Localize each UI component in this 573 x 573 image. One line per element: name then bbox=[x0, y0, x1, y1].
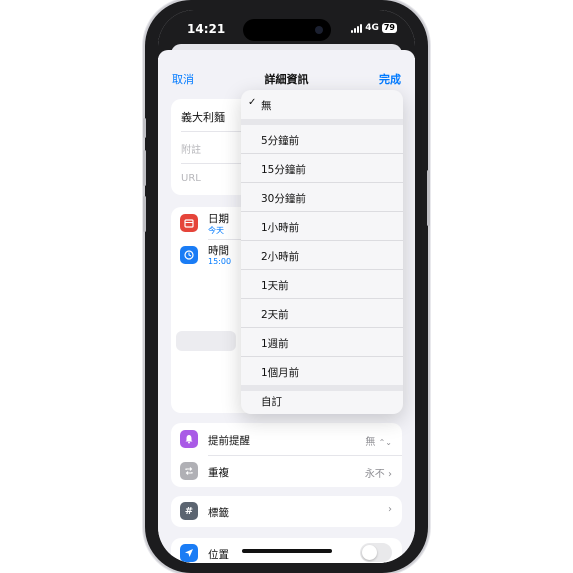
chevron-updown-icon: ⌃⌄ bbox=[378, 438, 392, 447]
tags-card[interactable]: # 標籤 › bbox=[171, 496, 402, 527]
status-time: 14:21 bbox=[187, 22, 226, 36]
early-reminder-value: 無 bbox=[365, 437, 376, 448]
status-bar: 14:21 4G 79 bbox=[158, 10, 415, 46]
menu-item-label: 2小時前 bbox=[261, 251, 300, 263]
date-label: 日期 bbox=[208, 213, 229, 225]
repeat-icon bbox=[180, 462, 198, 480]
time-picker-highlight bbox=[176, 331, 236, 351]
network-type: 4G bbox=[365, 23, 379, 33]
page-title: 詳細資訊 bbox=[264, 73, 309, 86]
early-reminder-label: 提前提醒 bbox=[208, 435, 250, 447]
menu-item-label: 1天前 bbox=[261, 280, 289, 292]
home-indicator bbox=[242, 549, 332, 553]
menu-item-label: 2天前 bbox=[261, 309, 289, 321]
menu-item[interactable]: 30分鐘前 bbox=[241, 183, 403, 211]
location-label: 位置 bbox=[208, 549, 229, 561]
notes-field[interactable]: 附註 bbox=[181, 141, 201, 156]
chevron-right-icon: › bbox=[388, 504, 392, 515]
power-button bbox=[427, 170, 430, 226]
menu-item[interactable]: 15分鐘前 bbox=[241, 154, 403, 182]
camera-icon bbox=[315, 26, 323, 34]
url-field[interactable]: URL bbox=[181, 173, 201, 184]
bell-icon bbox=[180, 430, 198, 448]
time-value[interactable]: 15:00 bbox=[208, 257, 231, 266]
menu-item-none[interactable]: ✓ 無 bbox=[241, 90, 403, 119]
menu-item[interactable]: 2天前 bbox=[241, 299, 403, 327]
repeat-select[interactable]: 永不 › bbox=[365, 465, 392, 480]
repeat-label: 重複 bbox=[208, 467, 229, 479]
menu-item[interactable]: 1天前 bbox=[241, 270, 403, 298]
done-button[interactable]: 完成 bbox=[379, 71, 401, 87]
clock-icon bbox=[180, 246, 198, 264]
menu-item-label: 1小時前 bbox=[261, 222, 300, 234]
menu-item-label: 無 bbox=[261, 100, 272, 112]
date-value[interactable]: 今天 bbox=[208, 225, 224, 236]
menu-item[interactable]: 2小時前 bbox=[241, 241, 403, 269]
early-reminder-select[interactable]: 無 ⌃⌄ bbox=[365, 433, 392, 448]
hash-icon: # bbox=[180, 502, 198, 520]
menu-item-label: 30分鐘前 bbox=[261, 193, 306, 205]
checkmark-icon: ✓ bbox=[248, 97, 257, 108]
menu-item-label: 1個月前 bbox=[261, 367, 300, 379]
menu-item[interactable]: 5分鐘前 bbox=[241, 125, 403, 153]
mute-switch bbox=[143, 118, 146, 138]
divider bbox=[208, 455, 402, 456]
reminder-options-card: 提前提醒 無 ⌃⌄ 重複 永不 › bbox=[171, 423, 402, 487]
menu-item-label: 自訂 bbox=[261, 396, 282, 408]
menu-item-label: 15分鐘前 bbox=[261, 164, 306, 176]
repeat-value: 永不 bbox=[364, 469, 385, 480]
status-indicators: 4G 79 bbox=[351, 23, 397, 33]
volume-down-button bbox=[143, 196, 146, 232]
menu-item[interactable]: 1小時前 bbox=[241, 212, 403, 240]
menu-item[interactable]: 1個月前 bbox=[241, 357, 403, 385]
dynamic-island bbox=[243, 19, 331, 41]
time-label: 時間 bbox=[208, 245, 229, 257]
signal-icon bbox=[351, 23, 363, 33]
location-toggle[interactable] bbox=[360, 543, 392, 562]
menu-item-label: 1週前 bbox=[261, 338, 289, 350]
volume-up-button bbox=[143, 150, 146, 186]
menu-item-label: 5分鐘前 bbox=[261, 135, 300, 147]
early-reminder-menu: ✓ 無 5分鐘前 15分鐘前 30分鐘前 1小時前 2小時前 1天前 2天前 1… bbox=[241, 90, 403, 414]
title-field[interactable]: 義大利麵 bbox=[181, 109, 225, 125]
menu-item[interactable]: 1週前 bbox=[241, 328, 403, 356]
chevron-right-icon: › bbox=[388, 469, 392, 480]
battery-icon: 79 bbox=[381, 23, 397, 33]
tags-label: 標籤 bbox=[208, 507, 229, 519]
location-arrow-icon bbox=[180, 544, 198, 562]
menu-item-custom[interactable]: 自訂 bbox=[241, 391, 403, 414]
calendar-icon bbox=[180, 214, 198, 232]
